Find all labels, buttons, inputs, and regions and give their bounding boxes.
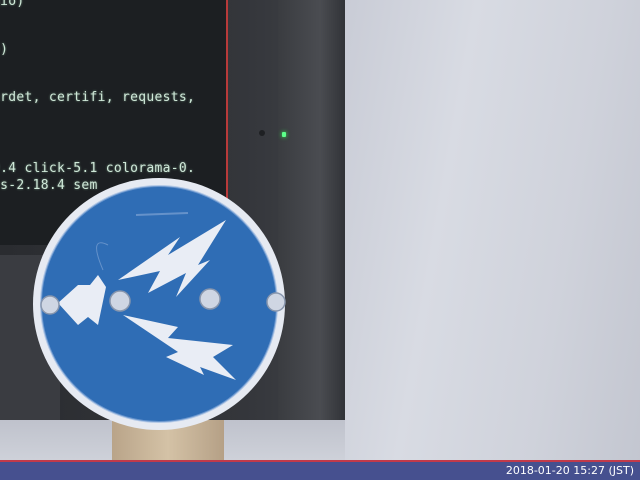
power-led-icon <box>282 132 286 137</box>
terminal-line: o) <box>0 42 9 57</box>
terminal-line: 0.4 click-5.1 colorama-0. <box>0 161 196 176</box>
power-button-icon <box>259 130 265 136</box>
screw-icon <box>109 290 131 312</box>
camera-frame: mio) o) ardet, certifi, requests, 0.4 cl… <box>0 0 640 480</box>
timestamp-label: 2018-01-20 15:27 (JST) <box>505 464 634 477</box>
screw-icon <box>199 288 221 310</box>
screw-icon <box>266 292 286 312</box>
high-voltage-sign-icon <box>33 178 286 430</box>
screw-icon <box>40 295 60 315</box>
terminal-line: mio) <box>0 0 25 9</box>
wall <box>345 0 640 480</box>
terminal-line: ardet, certifi, requests, <box>0 90 196 105</box>
